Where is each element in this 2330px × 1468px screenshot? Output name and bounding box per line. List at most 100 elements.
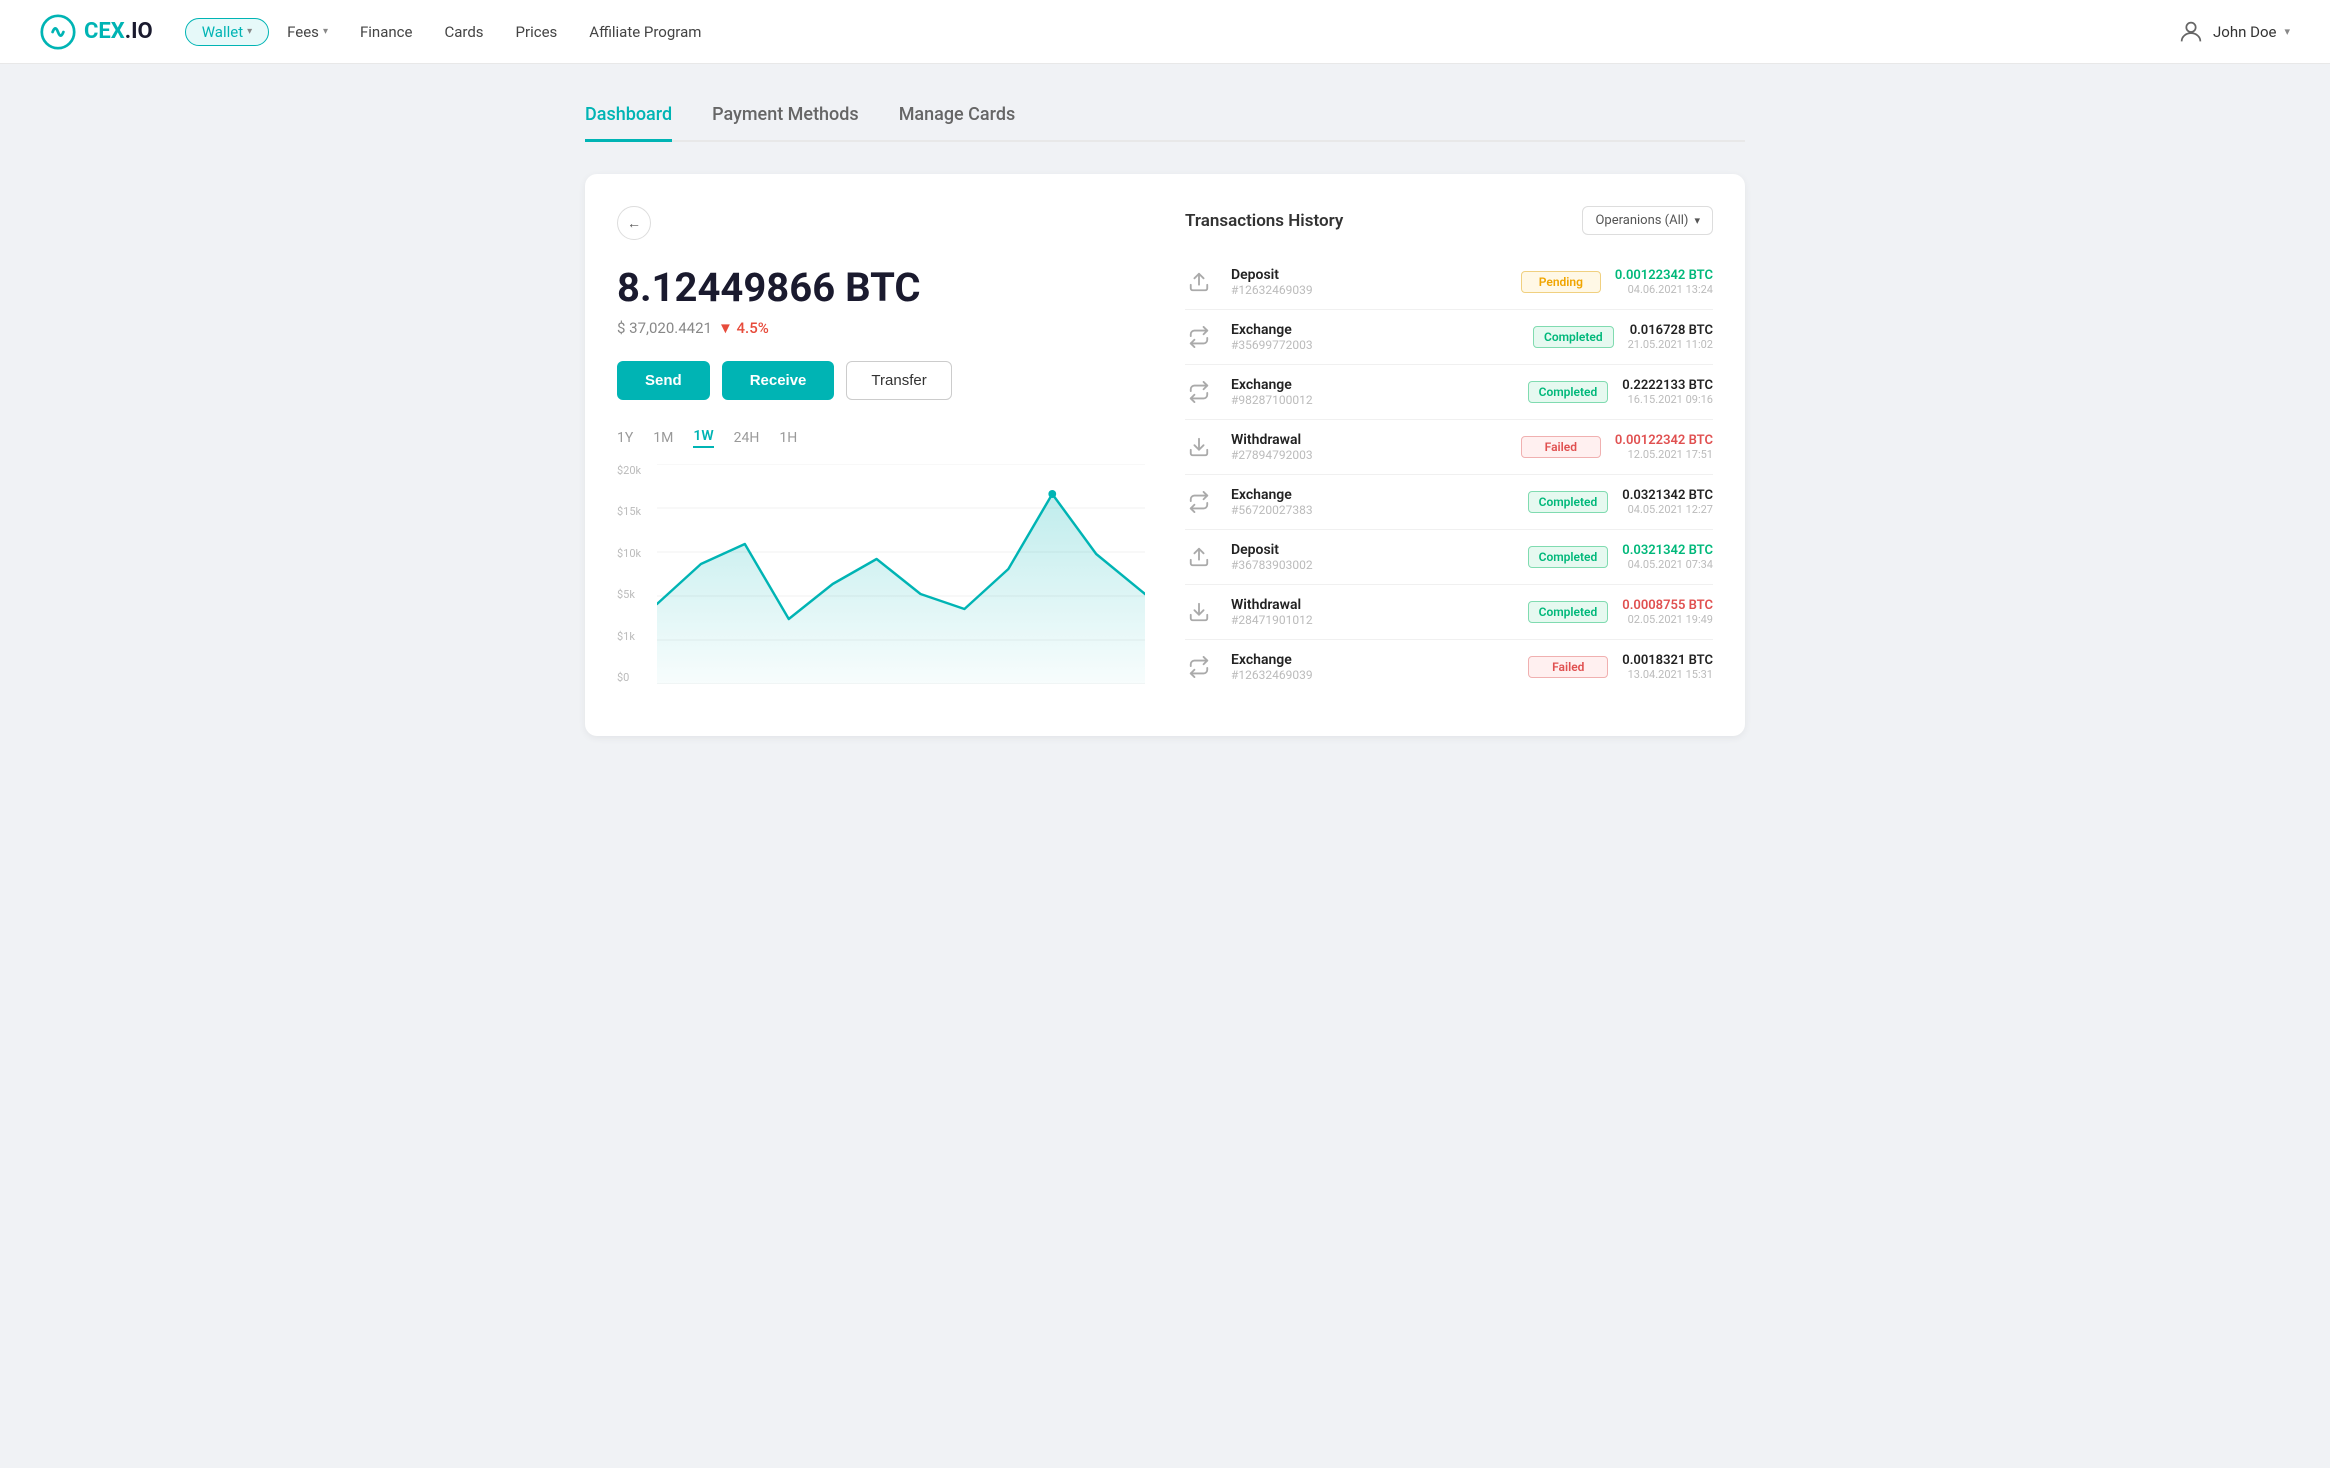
main-card: ← 8.12449866 BTC $ 37,020.4421 ▼ 4.5% Se… xyxy=(585,174,1745,736)
btc-amount: 8.12449866 BTC xyxy=(617,264,1145,311)
tx-date: 04.05.2021 12:27 xyxy=(1622,503,1713,516)
nav-item-prices[interactable]: Prices xyxy=(502,17,572,47)
tx-date: 13.04.2021 15:31 xyxy=(1622,668,1713,681)
withdrawal-icon xyxy=(1185,433,1213,461)
logo[interactable]: CEX.IO xyxy=(40,14,153,50)
tx-amount-col: 0.016728 BTC 21.05.2021 11:02 xyxy=(1628,323,1713,351)
tx-id: #12632469039 xyxy=(1231,668,1514,682)
tx-amount-col: 0.2222133 BTC 16.15.2021 09:16 xyxy=(1622,378,1713,406)
tx-amount: 0.0018321 BTC xyxy=(1622,653,1713,668)
usd-amount: $ 37,020.4421 ▼ 4.5% xyxy=(617,319,1145,337)
tx-status-badge: Failed xyxy=(1528,656,1608,678)
user-menu[interactable]: John Doe ▾ xyxy=(2177,18,2290,46)
filter-1h[interactable]: 1H xyxy=(779,430,797,446)
tx-id: #36783903002 xyxy=(1231,558,1514,572)
nav-item-wallet[interactable]: Wallet ▾ xyxy=(185,18,269,46)
price-chart: $20k $15k $10k $5k $1k $0 xyxy=(617,464,1145,704)
table-row[interactable]: Withdrawal #28471901012 Completed 0.0008… xyxy=(1185,585,1713,640)
deposit-icon xyxy=(1185,268,1213,296)
operations-filter[interactable]: Operanions (All) ▾ xyxy=(1582,206,1713,235)
tab-dashboard[interactable]: Dashboard xyxy=(585,104,672,142)
tx-status-badge: Completed xyxy=(1528,546,1609,568)
right-panel: Transactions History Operanions (All) ▾ … xyxy=(1185,206,1713,704)
table-row[interactable]: Exchange #35699772003 Completed 0.016728… xyxy=(1185,310,1713,365)
action-buttons: Send Receive Transfer xyxy=(617,361,1145,400)
chart-y-axis: $20k $15k $10k $5k $1k $0 xyxy=(617,464,657,684)
tx-amount: 0.00122342 BTC xyxy=(1615,433,1713,448)
tx-type: Exchange xyxy=(1231,487,1514,503)
table-row[interactable]: Exchange #12632469039 Failed 0.0018321 B… xyxy=(1185,640,1713,694)
tx-type: Exchange xyxy=(1231,377,1514,393)
page: Dashboard Payment Methods Manage Cards ←… xyxy=(565,64,1765,796)
receive-button[interactable]: Receive xyxy=(722,361,835,400)
tx-date: 04.05.2021 07:34 xyxy=(1622,558,1713,571)
tx-type: Exchange xyxy=(1231,322,1519,338)
tx-info: Withdrawal #28471901012 xyxy=(1231,597,1514,627)
table-row[interactable]: Exchange #56720027383 Completed 0.032134… xyxy=(1185,475,1713,530)
tx-type: Withdrawal xyxy=(1231,597,1514,613)
tx-info: Exchange #12632469039 xyxy=(1231,652,1514,682)
tx-amount: 0.016728 BTC xyxy=(1628,323,1713,338)
tx-amount: 0.0321342 BTC xyxy=(1622,543,1713,558)
tx-info: Exchange #56720027383 xyxy=(1231,487,1514,517)
tx-id: #35699772003 xyxy=(1231,338,1519,352)
exchange-icon xyxy=(1185,488,1213,516)
logo-text: CEX.IO xyxy=(84,19,153,44)
tx-status-badge: Completed xyxy=(1528,491,1609,513)
tx-status-badge: Completed xyxy=(1528,601,1609,623)
nav-item-cards[interactable]: Cards xyxy=(430,17,497,47)
send-button[interactable]: Send xyxy=(617,361,710,400)
user-name: John Doe xyxy=(2213,23,2276,41)
exchange-icon xyxy=(1185,323,1213,351)
nav-item-finance[interactable]: Finance xyxy=(346,17,426,47)
filter-1y[interactable]: 1Y xyxy=(617,430,633,446)
chevron-down-icon: ▾ xyxy=(323,26,328,37)
table-row[interactable]: Deposit #12632469039 Pending 0.00122342 … xyxy=(1185,255,1713,310)
filter-1w[interactable]: 1W xyxy=(693,428,713,448)
withdrawal-icon xyxy=(1185,598,1213,626)
filter-1m[interactable]: 1M xyxy=(653,430,673,446)
tx-amount-col: 0.0018321 BTC 13.04.2021 15:31 xyxy=(1622,653,1713,681)
logo-icon xyxy=(40,14,76,50)
price-change: ▼ 4.5% xyxy=(718,319,769,337)
table-row[interactable]: Deposit #36783903002 Completed 0.0321342… xyxy=(1185,530,1713,585)
tx-amount-col: 0.0321342 BTC 04.05.2021 07:34 xyxy=(1622,543,1713,571)
nav-links: Wallet ▾ Fees ▾ Finance Cards Prices Aff… xyxy=(185,17,716,47)
tx-id: #56720027383 xyxy=(1231,503,1514,517)
tab-manage-cards[interactable]: Manage Cards xyxy=(899,104,1016,142)
tx-status-badge: Failed xyxy=(1521,436,1601,458)
tx-type: Withdrawal xyxy=(1231,432,1507,448)
tx-info: Withdrawal #27894792003 xyxy=(1231,432,1507,462)
deposit-icon xyxy=(1185,543,1213,571)
transactions-header: Transactions History Operanions (All) ▾ xyxy=(1185,206,1713,235)
dashboard-layout: ← 8.12449866 BTC $ 37,020.4421 ▼ 4.5% Se… xyxy=(617,206,1713,704)
table-row[interactable]: Exchange #98287100012 Completed 0.222213… xyxy=(1185,365,1713,420)
chevron-down-icon: ▾ xyxy=(2284,25,2290,38)
table-row[interactable]: Withdrawal #27894792003 Failed 0.0012234… xyxy=(1185,420,1713,475)
navbar-left: CEX.IO Wallet ▾ Fees ▾ Finance Cards Pri… xyxy=(40,14,715,50)
exchange-icon xyxy=(1185,378,1213,406)
tx-amount: 0.0321342 BTC xyxy=(1622,488,1713,503)
nav-item-affiliate[interactable]: Affiliate Program xyxy=(575,17,715,47)
tab-payment-methods[interactable]: Payment Methods xyxy=(712,104,859,142)
tx-amount: 0.0008755 BTC xyxy=(1622,598,1713,613)
tx-amount: 0.00122342 BTC xyxy=(1615,268,1713,283)
tx-date: 02.05.2021 19:49 xyxy=(1622,613,1713,626)
tx-info: Deposit #12632469039 xyxy=(1231,267,1507,297)
transactions-list: Deposit #12632469039 Pending 0.00122342 … xyxy=(1185,255,1713,694)
nav-item-fees[interactable]: Fees ▾ xyxy=(273,17,342,47)
chevron-down-icon: ▾ xyxy=(1694,214,1700,227)
tx-date: 16.15.2021 09:16 xyxy=(1622,393,1713,406)
back-button[interactable]: ← xyxy=(617,206,651,240)
transactions-title: Transactions History xyxy=(1185,211,1343,231)
tx-type: Deposit xyxy=(1231,542,1514,558)
tx-type: Exchange xyxy=(1231,652,1514,668)
tx-status-badge: Pending xyxy=(1521,271,1601,293)
tx-info: Exchange #98287100012 xyxy=(1231,377,1514,407)
navbar: CEX.IO Wallet ▾ Fees ▾ Finance Cards Pri… xyxy=(0,0,2330,64)
transfer-button[interactable]: Transfer xyxy=(846,361,951,400)
tx-id: #28471901012 xyxy=(1231,613,1514,627)
filter-24h[interactable]: 24H xyxy=(734,430,760,446)
tx-info: Exchange #35699772003 xyxy=(1231,322,1519,352)
tx-amount-col: 0.0321342 BTC 04.05.2021 12:27 xyxy=(1622,488,1713,516)
